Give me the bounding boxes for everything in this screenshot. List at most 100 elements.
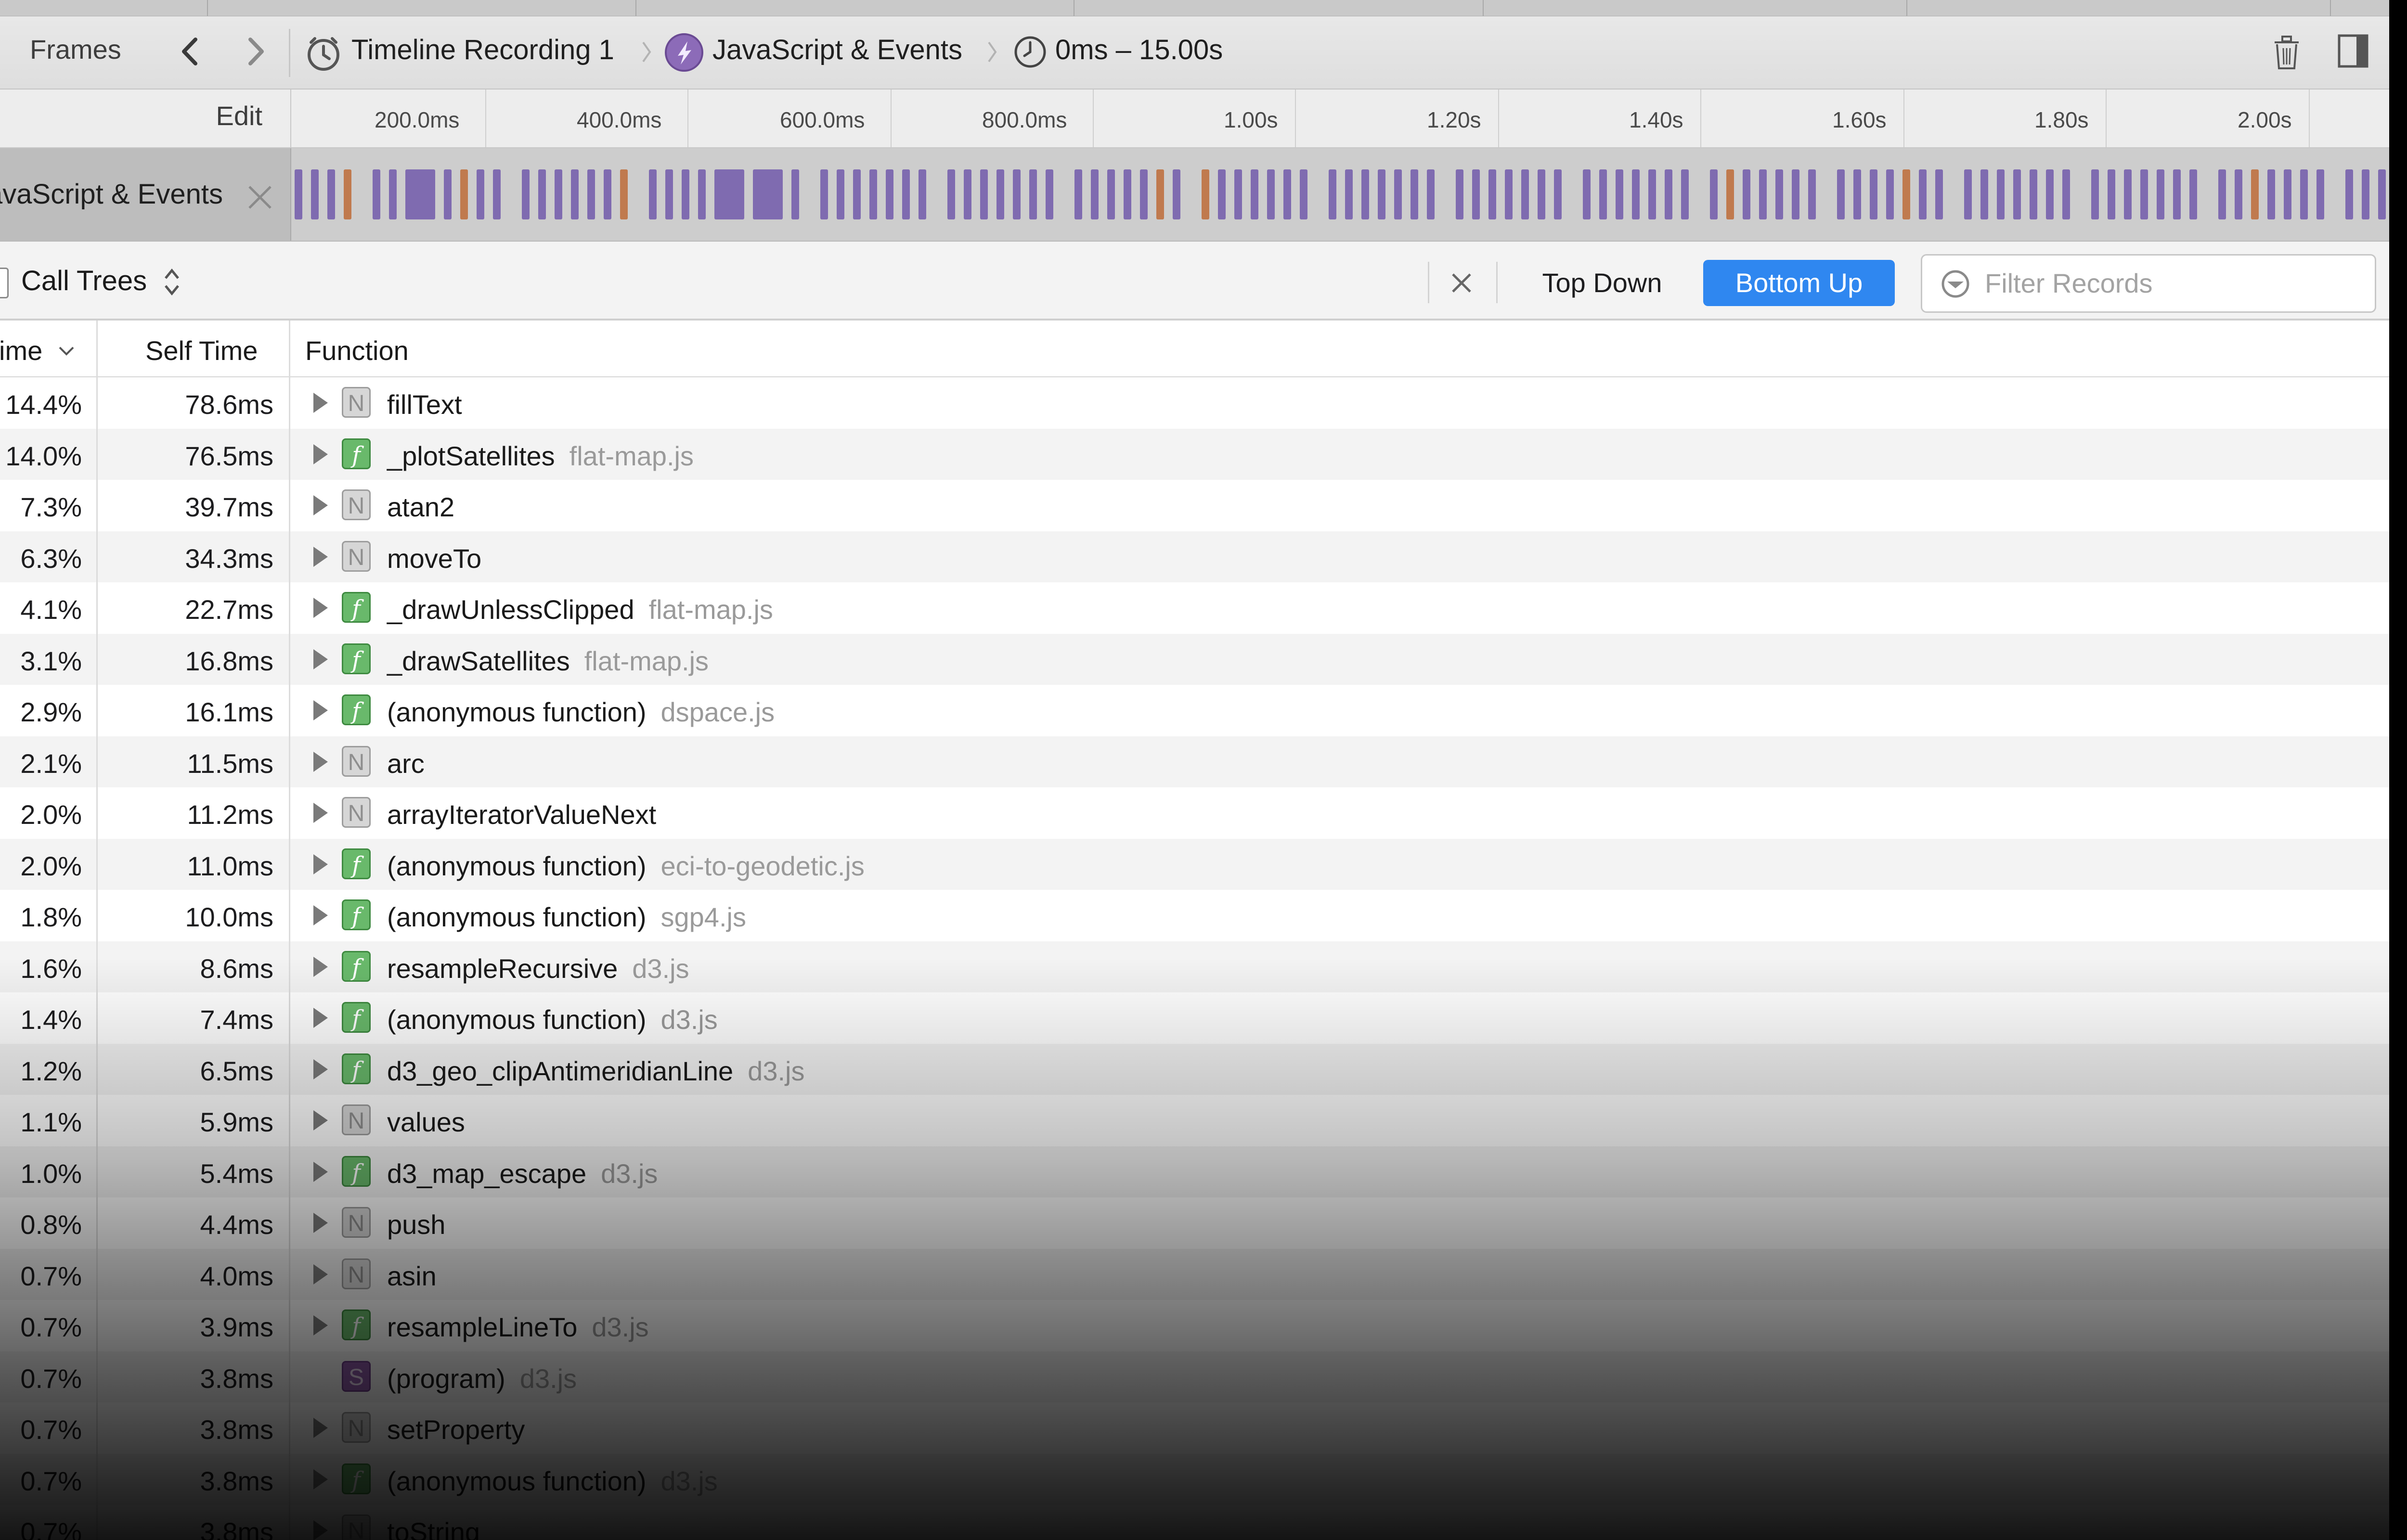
timeline-event-marker[interactable]	[344, 169, 351, 219]
timeline-event-marker[interactable]	[444, 169, 452, 219]
timeline-event-marker[interactable]	[2284, 169, 2291, 219]
source-file-link[interactable]: sgp4.js	[661, 902, 746, 932]
timeline-event-marker[interactable]	[837, 169, 844, 219]
timeline-event-marker[interactable]	[389, 169, 397, 219]
disclosure-triangle-icon[interactable]	[311, 1211, 330, 1235]
timeline-event-marker[interactable]	[1488, 169, 1496, 219]
timeline-event-marker[interactable]	[1726, 169, 1734, 219]
source-file-link[interactable]: eci-to-geodetic.js	[661, 851, 865, 881]
timeline-event-marker[interactable]	[1427, 169, 1435, 219]
table-row[interactable]: 0.7% 3.8ms S (program) d3.js	[0, 1351, 2389, 1402]
timeline-event-marker[interactable]	[1329, 169, 1336, 219]
timeline-event-marker[interactable]	[1616, 169, 1623, 219]
timeline-event-marker[interactable]	[714, 169, 744, 219]
timeline-event-marker[interactable]	[2300, 169, 2308, 219]
timeline-event-marker[interactable]	[665, 169, 673, 219]
timeline-event-marker[interactable]	[1140, 169, 1148, 219]
timeline-event-marker[interactable]	[1251, 169, 1258, 219]
timeline-event-marker[interactable]	[947, 169, 955, 219]
timeline-event-marker[interactable]	[2091, 169, 2099, 219]
timeline-event-marker[interactable]	[1013, 169, 1021, 219]
timeline-event-marker[interactable]	[2140, 169, 2148, 219]
timeline-event-marker[interactable]	[1456, 169, 1463, 219]
timeline-event-marker[interactable]	[1394, 169, 1402, 219]
timeline-event-marker[interactable]	[2267, 169, 2275, 219]
timeline-event-marker[interactable]	[1074, 169, 1082, 219]
table-row[interactable]: 1.8% 10.0ms f (anonymous function) sgp4.js	[0, 890, 2389, 941]
timeline-event-marker[interactable]	[820, 169, 828, 219]
table-row[interactable]: 2.9% 16.1ms f (anonymous function) dspace.js	[0, 685, 2389, 736]
source-file-link[interactable]: flat-map.js	[569, 441, 694, 471]
source-file-link[interactable]: d3.js	[601, 1158, 658, 1189]
table-row[interactable]: 0.8% 4.4ms Npush	[0, 1197, 2389, 1249]
close-icon[interactable]	[245, 182, 275, 213]
timeline-event-marker[interactable]	[2124, 169, 2132, 219]
timeline-event-marker[interactable]	[477, 169, 484, 219]
disclosure-triangle-icon[interactable]	[311, 1313, 330, 1337]
timeline-event-marker[interactable]	[980, 169, 988, 219]
timeline-event-marker[interactable]	[1091, 169, 1099, 219]
table-row[interactable]: 0.7% 4.0ms Nasin	[0, 1248, 2389, 1300]
timeline-event-marker[interactable]	[571, 169, 579, 219]
timeline-event-marker[interactable]	[2030, 169, 2037, 219]
timeline-event-marker[interactable]	[1472, 169, 1480, 219]
timeline-event-marker[interactable]	[886, 169, 893, 219]
timeline-event-marker[interactable]	[698, 169, 706, 219]
timeline-event-marker[interactable]	[1173, 169, 1180, 219]
table-row[interactable]: 1.6% 8.6ms f resampleRecursive d3.js	[0, 941, 2389, 992]
timeline-event-marker[interactable]	[1283, 169, 1291, 219]
timeline-event-marker[interactable]	[753, 169, 783, 219]
table-row[interactable]: 2.1% 11.5ms Narc	[0, 736, 2389, 787]
table-row[interactable]: 3.1% 16.8ms f _drawSatellites flat-map.js	[0, 633, 2389, 685]
breadcrumb-javascript-events[interactable]: JavaScript & Events	[712, 34, 962, 66]
timeline-event-marker[interactable]	[1681, 169, 1689, 219]
timeline-event-marker[interactable]	[1521, 169, 1529, 219]
timeline-event-marker[interactable]	[2362, 169, 2369, 219]
timeline-event-marker[interactable]	[1837, 169, 1845, 219]
disclosure-triangle-icon[interactable]	[311, 391, 330, 415]
timeline-event-marker[interactable]	[1980, 169, 1988, 219]
timeline-event-marker[interactable]	[2189, 169, 2197, 219]
source-file-link[interactable]: d3.js	[592, 1312, 648, 1342]
timeline-event-marker[interactable]	[1870, 169, 1877, 219]
filter-records-field[interactable]	[1921, 254, 2376, 313]
timeline-event-marker[interactable]	[620, 169, 628, 219]
timeline-event-marker[interactable]	[295, 169, 302, 219]
disclosure-triangle-icon[interactable]	[311, 1057, 330, 1081]
source-file-link[interactable]: d3.js	[632, 953, 689, 984]
source-file-link[interactable]: d3.js	[748, 1056, 804, 1086]
timeline-event-marker[interactable]	[1743, 169, 1750, 219]
source-file-link[interactable]: dspace.js	[661, 697, 775, 727]
table-row[interactable]: 1.4% 7.4ms f (anonymous function) d3.js	[0, 992, 2389, 1044]
timeline-event-marker[interactable]	[1300, 169, 1307, 219]
disclosure-triangle-icon[interactable]	[311, 801, 330, 825]
table-row[interactable]: 14.4% 78.6ms NfillText	[0, 377, 2389, 429]
timeline-ruler[interactable]: Edit 200.0ms 400.0ms 600.0ms 800.0ms 1.0…	[0, 90, 2389, 148]
timeline-event-marker[interactable]	[1202, 169, 1209, 219]
timeline-event-marker[interactable]	[2251, 169, 2259, 219]
timeline-event-marker[interactable]	[1583, 169, 1591, 219]
timeline-event-marker[interactable]	[1345, 169, 1353, 219]
toggle-sidebar-icon[interactable]	[2336, 33, 2370, 69]
disclosure-triangle-icon[interactable]	[311, 647, 330, 671]
breadcrumb-time-range[interactable]: 0ms – 15.00s	[1055, 34, 1223, 66]
frames-button[interactable]: Frames	[30, 34, 121, 65]
timeline-event-marker[interactable]	[493, 169, 501, 219]
timeline-event-marker[interactable]	[1964, 169, 1972, 219]
timeline-event-marker[interactable]	[1792, 169, 1799, 219]
source-file-link[interactable]: flat-map.js	[649, 594, 773, 625]
timeline-event-marker[interactable]	[1919, 169, 1927, 219]
timeline-event-marker[interactable]	[1538, 169, 1545, 219]
timeline-event-marker[interactable]	[649, 169, 657, 219]
disclosure-triangle-icon[interactable]	[311, 1262, 330, 1286]
timeline-event-marker[interactable]	[1361, 169, 1369, 219]
table-row[interactable]: 0.7% 3.9ms f resampleLineTo d3.js	[0, 1300, 2389, 1351]
source-file-link[interactable]: d3.js	[661, 1466, 718, 1496]
table-row[interactable]: 2.0% 11.0ms f (anonymous function) eci-to-ge…	[0, 838, 2389, 890]
function-header[interactable]: Function	[305, 335, 409, 366]
disclosure-triangle-icon[interactable]	[311, 903, 330, 927]
timeline-event-marker[interactable]	[1886, 169, 1894, 219]
timeline-event-marker[interactable]	[1505, 169, 1513, 219]
timeline-event-marker[interactable]	[538, 169, 546, 219]
table-row[interactable]: 1.0% 5.4ms f d3_map_escape d3.js	[0, 1146, 2389, 1197]
